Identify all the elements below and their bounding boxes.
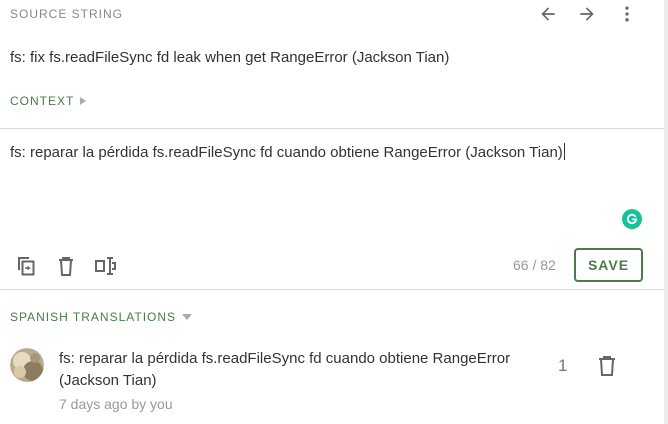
translation-editor: fs: reparar la pérdida fs.readFileSync f… [0, 129, 664, 289]
trash-icon [599, 356, 615, 376]
arrow-right-icon [580, 7, 594, 21]
divider [0, 289, 664, 290]
character-counter: 66 / 82 [513, 257, 556, 273]
translation-input[interactable]: fs: reparar la pérdida fs.readFileSync f… [10, 143, 565, 161]
previous-string-button[interactable] [535, 2, 561, 26]
source-string-label: SOURCE STRING [10, 7, 124, 21]
suggestion-meta: 7 days ago by you [59, 396, 173, 412]
scrollbar[interactable] [664, 0, 668, 424]
avatar [10, 348, 44, 382]
context-label: CONTEXT [10, 94, 75, 108]
source-string-text: fs: fix fs.readFileSync fd leak when get… [10, 49, 450, 66]
spanish-translations-label: SPANISH TRANSLATIONS [10, 310, 177, 324]
context-toggle[interactable]: CONTEXT [10, 94, 87, 108]
vote-count: 1 [558, 356, 568, 375]
source-header: SOURCE STRING [0, 0, 668, 30]
arrow-left-icon [541, 7, 555, 21]
copy-source-icon [18, 257, 35, 276]
clear-translation-button[interactable] [53, 253, 79, 279]
expand-triangle-icon [80, 97, 87, 105]
suggestion-text: fs: reparar la pérdida fs.readFileSync f… [59, 350, 511, 389]
translation-input-value: fs: reparar la pérdida fs.readFileSync f… [10, 144, 563, 161]
collapse-triangle-icon [182, 314, 193, 320]
copy-source-button[interactable] [13, 253, 39, 279]
next-string-button[interactable] [574, 2, 600, 26]
more-vert-icon [625, 6, 629, 22]
delete-icon [59, 257, 73, 276]
save-button[interactable]: SAVE [574, 248, 643, 282]
spanish-translations-toggle[interactable]: SPANISH TRANSLATIONS [10, 310, 193, 324]
translation-suggestion[interactable]: fs: reparar la pérdida fs.readFileSync f… [0, 340, 664, 424]
grammarly-icon[interactable] [622, 209, 642, 229]
split-text-button[interactable] [92, 253, 118, 279]
text-caret [563, 143, 565, 160]
more-options-button[interactable] [614, 2, 640, 26]
split-text-icon [95, 257, 116, 275]
delete-suggestion-button[interactable] [596, 354, 618, 378]
